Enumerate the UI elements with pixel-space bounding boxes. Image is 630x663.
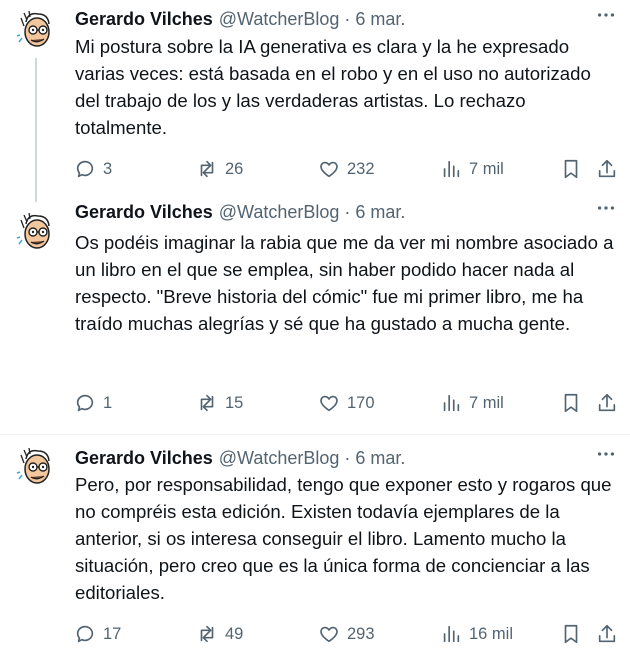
- like-count: 293: [347, 624, 375, 643]
- author-handle[interactable]: @WatcherBlog: [219, 9, 340, 30]
- thread-line: [35, 58, 37, 202]
- reply-icon: [76, 625, 94, 643]
- reply-button[interactable]: 1: [74, 390, 112, 416]
- tweet-text: Pero, por responsabilidad, tengo que exp…: [75, 474, 612, 603]
- views-button[interactable]: 7 mil: [440, 156, 504, 182]
- avatar[interactable]: [14, 8, 58, 52]
- tweet-date[interactable]: 6 mar.: [355, 9, 405, 30]
- tweet-actions: 17 49 293 16 mil: [74, 621, 618, 647]
- more-dots-icon: [597, 13, 615, 17]
- share-icon: [598, 624, 616, 643]
- more-dots-icon: [597, 206, 615, 210]
- retweet-icon: [200, 625, 214, 643]
- views-button[interactable]: 16 mil: [440, 621, 513, 647]
- author-handle[interactable]: @WatcherBlog: [219, 448, 340, 469]
- thread: Gerardo Vilches @WatcherBlog · 6 mar. Mi…: [0, 0, 630, 663]
- views-button[interactable]: 7 mil: [440, 390, 504, 416]
- author-name[interactable]: Gerardo Vilches: [75, 202, 213, 223]
- like-count: 170: [347, 393, 375, 412]
- reply-icon: [76, 160, 94, 178]
- tweet-date[interactable]: 6 mar.: [355, 202, 405, 223]
- retweet-icon: [200, 160, 214, 178]
- share-button[interactable]: [596, 156, 618, 182]
- views-count: 7 mil: [469, 393, 504, 412]
- bookmark-button[interactable]: [560, 621, 582, 647]
- author-handle[interactable]: @WatcherBlog: [219, 202, 340, 223]
- more-button[interactable]: [592, 4, 620, 26]
- bookmark-icon: [564, 393, 578, 413]
- bookmark-icon: [564, 624, 578, 644]
- heart-icon: [320, 626, 338, 643]
- tweet[interactable]: Gerardo Vilches @WatcherBlog · 6 mar. Pe…: [0, 435, 630, 663]
- retweet-icon: [200, 394, 214, 412]
- bookmark-icon: [564, 159, 578, 179]
- retweet-button[interactable]: 49: [196, 621, 243, 647]
- share-button[interactable]: [596, 390, 618, 416]
- more-button[interactable]: [592, 197, 620, 219]
- share-icon: [598, 159, 616, 178]
- views-count: 7 mil: [469, 159, 504, 178]
- like-button[interactable]: 170: [318, 390, 375, 416]
- avatar[interactable]: [14, 445, 58, 489]
- bookmark-button[interactable]: [560, 156, 582, 182]
- tweet-actions: 1 15 170 7 mil: [74, 390, 618, 416]
- more-dots-icon: [597, 452, 615, 456]
- reply-button[interactable]: 3: [74, 156, 112, 182]
- avatar[interactable]: [14, 210, 58, 254]
- reply-count: 1: [103, 393, 113, 412]
- tweet[interactable]: Gerardo Vilches @WatcherBlog · 6 mar. Mi…: [0, 0, 630, 202]
- cartoon-avatar-icon: [14, 445, 58, 489]
- retweet-count: 26: [225, 159, 244, 178]
- tweet-date[interactable]: 6 mar.: [355, 448, 405, 469]
- separator-dot: ·: [344, 8, 351, 29]
- views-chart-icon: [443, 160, 460, 178]
- retweet-button[interactable]: 15: [196, 390, 243, 416]
- like-button[interactable]: 232: [318, 156, 375, 182]
- bookmark-button[interactable]: [560, 390, 582, 416]
- author-name[interactable]: Gerardo Vilches: [75, 9, 213, 30]
- more-button[interactable]: [592, 443, 620, 465]
- like-button[interactable]: 293: [318, 621, 375, 647]
- reply-count: 17: [103, 624, 122, 643]
- reply-icon: [76, 394, 94, 412]
- tweet-text: Os podéis imaginar la rabia que me da ve…: [75, 232, 614, 334]
- tweet-header: Gerardo Vilches @WatcherBlog · 6 mar.: [75, 201, 630, 223]
- views-count: 16 mil: [469, 624, 514, 643]
- retweet-button[interactable]: 26: [196, 156, 243, 182]
- cartoon-avatar-icon: [14, 210, 58, 254]
- tweet[interactable]: Gerardo Vilches @WatcherBlog · 6 mar. Os…: [0, 202, 630, 435]
- author-name[interactable]: Gerardo Vilches: [75, 448, 213, 469]
- views-chart-icon: [443, 394, 460, 412]
- tweet-actions: 3 26 232 7 mil: [74, 156, 618, 182]
- tweet-header: Gerardo Vilches @WatcherBlog · 6 mar.: [75, 447, 630, 469]
- views-chart-icon: [443, 625, 460, 643]
- tweet-header: Gerardo Vilches @WatcherBlog · 6 mar.: [75, 8, 630, 30]
- like-count: 232: [347, 159, 375, 178]
- tweet-text: Mi postura sobre la IA generativa es cla…: [75, 36, 591, 138]
- retweet-count: 15: [225, 393, 244, 412]
- separator-dot: ·: [344, 447, 351, 468]
- share-icon: [598, 393, 616, 412]
- heart-icon: [320, 395, 338, 412]
- reply-button[interactable]: 17: [74, 621, 121, 647]
- heart-icon: [320, 161, 338, 178]
- separator-dot: ·: [344, 201, 351, 222]
- reply-count: 3: [103, 159, 113, 178]
- retweet-count: 49: [225, 624, 244, 643]
- share-button[interactable]: [596, 621, 618, 647]
- cartoon-avatar-icon: [14, 8, 58, 52]
